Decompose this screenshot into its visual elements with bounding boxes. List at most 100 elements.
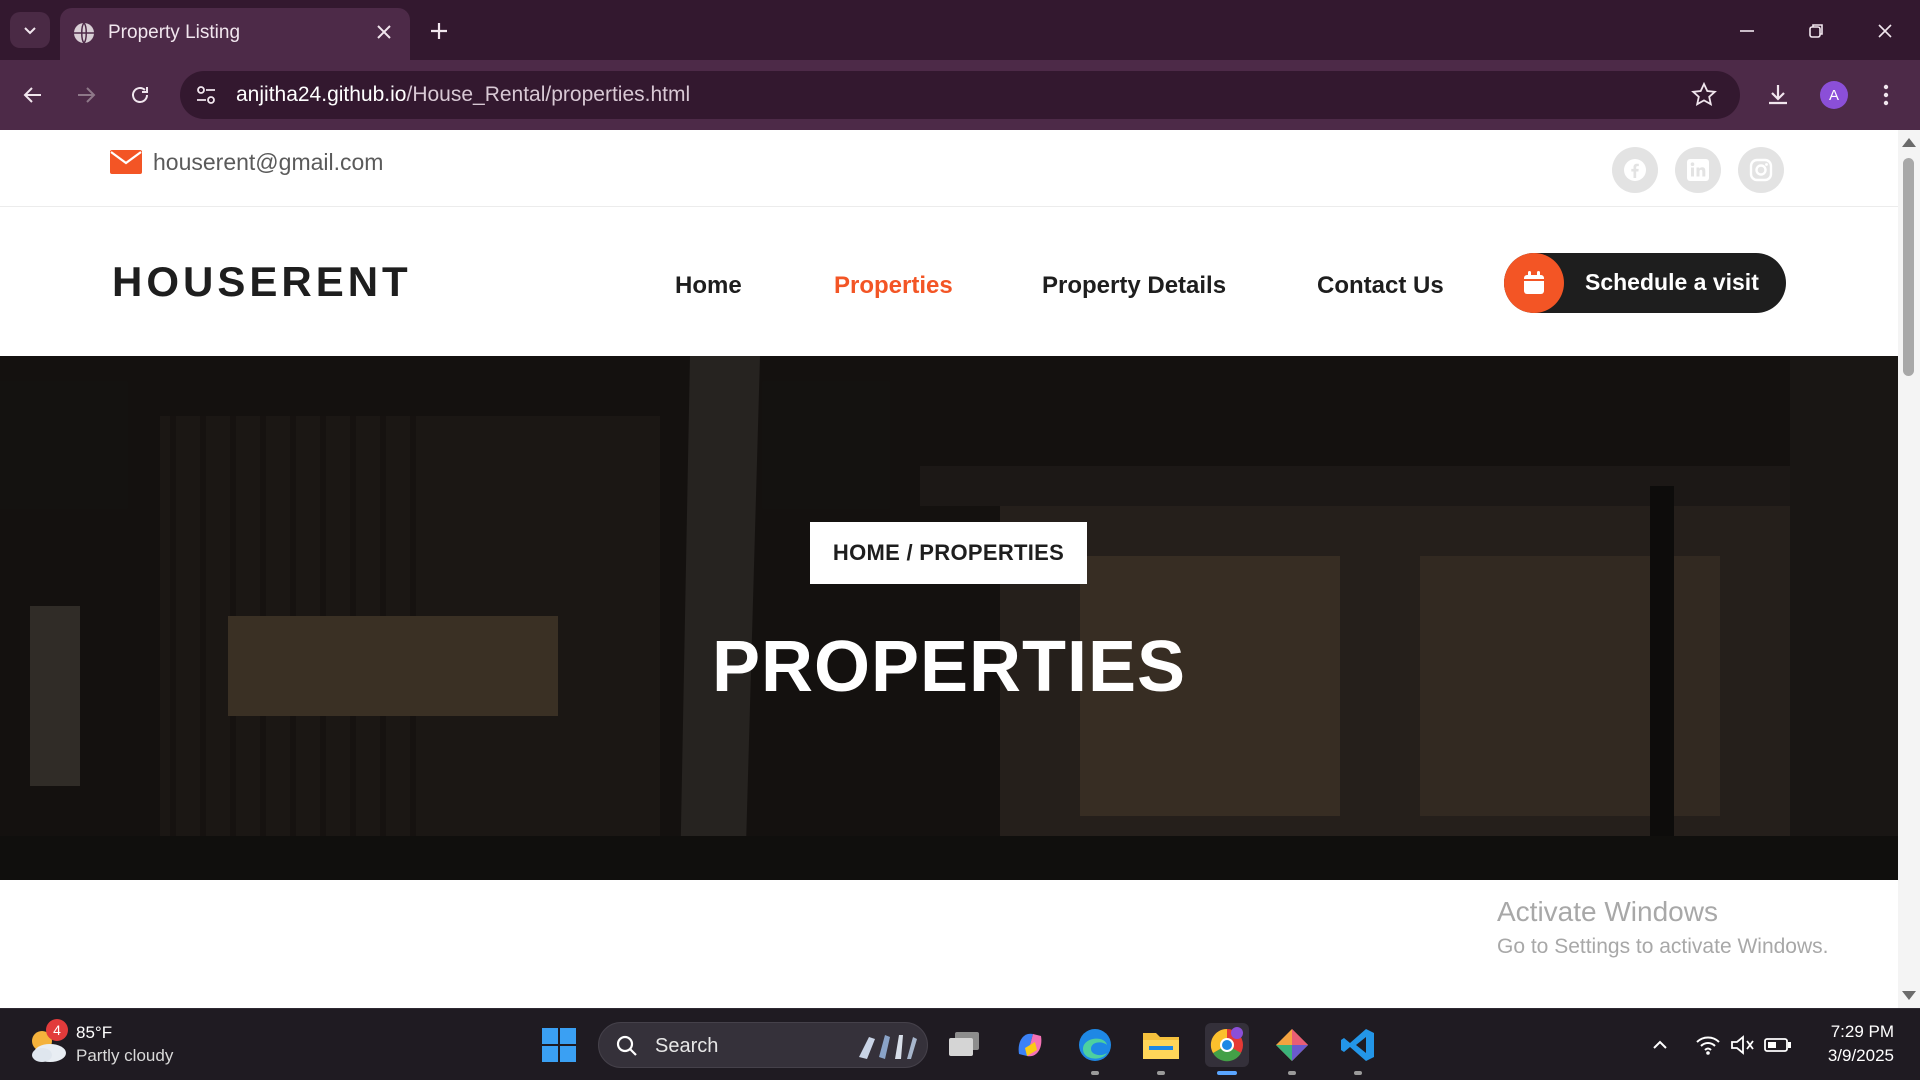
tab-title: Property Listing (108, 22, 241, 43)
browser-tab-bar: Property Listing (0, 0, 1920, 60)
git-tool-app[interactable] (1270, 1023, 1314, 1075)
activate-windows-title: Activate Windows (1497, 896, 1718, 927)
chrome-active-indicator (1217, 1071, 1237, 1075)
instagram-link[interactable] (1738, 147, 1784, 193)
restore-button[interactable] (1799, 14, 1833, 48)
explorer-running-indicator (1157, 1071, 1165, 1075)
calendar-icon-wrap (1504, 253, 1564, 313)
contact-top-bar: houserent@gmail.com (0, 130, 1898, 207)
scroll-thumb[interactable] (1903, 158, 1914, 376)
show-hidden-icons-button[interactable] (1646, 1031, 1674, 1059)
envelope-icon (110, 150, 142, 174)
page-scrollbar[interactable] (1898, 130, 1920, 1008)
nav-contact-us[interactable]: Contact Us (1317, 272, 1444, 300)
facebook-link[interactable] (1612, 147, 1658, 193)
url-path: /House_Rental/properties.html (406, 83, 691, 106)
close-window-button[interactable] (1868, 14, 1902, 48)
minimize-icon (1740, 30, 1754, 32)
new-tab-icon[interactable] (424, 16, 454, 46)
reload-icon (132, 87, 148, 103)
nav-properties[interactable]: Properties (834, 272, 953, 300)
linkedin-icon (1687, 159, 1709, 181)
clock-date[interactable]: 3/9/2025 (1828, 1046, 1894, 1066)
scroll-down-arrow[interactable] (1902, 991, 1916, 1000)
nav-home[interactable]: Home (675, 272, 742, 300)
copilot-app[interactable] (1008, 1023, 1052, 1067)
taskbar-search[interactable]: Search (598, 1022, 928, 1068)
bookmark-star-icon[interactable] (1690, 81, 1718, 109)
weather-condition[interactable]: Partly cloudy (76, 1046, 173, 1066)
search-label: Search (655, 1035, 719, 1057)
volume-status[interactable] (1729, 1031, 1757, 1059)
task-view-app[interactable] (942, 1023, 986, 1067)
calendar-icon (1524, 271, 1544, 294)
arrow-left-icon (23, 87, 41, 103)
page-heading-banner: HOME / PROPERTIES PROPERTIES (0, 356, 1898, 880)
kebab-menu-icon (1883, 84, 1889, 106)
reload-button[interactable] (122, 77, 158, 113)
download-icon (1769, 85, 1787, 105)
clock-time[interactable]: 7:29 PM (1831, 1022, 1894, 1042)
chrome-app[interactable] (1205, 1023, 1249, 1075)
search-icon (616, 1035, 637, 1056)
browser-menu-button[interactable] (1868, 77, 1904, 113)
site-logo[interactable]: HOUSERENT (112, 258, 412, 306)
vscode-app[interactable] (1336, 1023, 1380, 1075)
file-explorer-app[interactable] (1139, 1023, 1183, 1075)
site-settings-icon[interactable] (192, 81, 220, 109)
windows-start-icon[interactable] (541, 1027, 577, 1063)
scroll-up-arrow[interactable] (1902, 138, 1916, 147)
close-tab-icon[interactable] (372, 20, 396, 44)
windows-taskbar: 4 85°F Partly cloudy Search 7:29 PM 3/9/… (0, 1008, 1920, 1080)
wifi-status[interactable] (1694, 1031, 1722, 1059)
profile-avatar[interactable]: A (1820, 81, 1848, 109)
battery-status[interactable] (1764, 1031, 1792, 1059)
task-view-icon (949, 1032, 979, 1056)
close-icon (1878, 24, 1892, 38)
arrow-right-icon (78, 87, 96, 103)
restore-icon (1809, 24, 1823, 38)
contact-email[interactable]: houserent@gmail.com (153, 149, 383, 176)
page-title: PROPERTIES (711, 627, 1187, 707)
chevron-down-icon (24, 27, 36, 35)
chevron-up-icon (1653, 1040, 1667, 1049)
url-text[interactable]: anjitha24.github.io/House_Rental/propert… (236, 83, 690, 107)
copilot-icon (1018, 1033, 1042, 1057)
folder-icon (1143, 1033, 1179, 1059)
breadcrumb[interactable]: HOME / PROPERTIES (810, 522, 1087, 584)
vscode-running-indicator (1354, 1071, 1362, 1075)
chrome-icon (1210, 1027, 1243, 1062)
nav-property-details[interactable]: Property Details (1042, 272, 1226, 300)
battery-icon (1764, 1038, 1791, 1052)
schedule-visit-label: Schedule a visit (1585, 269, 1759, 295)
edge-running-indicator (1091, 1071, 1099, 1075)
wifi-icon (1696, 1036, 1720, 1055)
volume-muted-icon (1731, 1035, 1754, 1055)
weather-notification-badge: 4 (46, 1019, 68, 1041)
search-highlight-icon (859, 1035, 917, 1059)
linkedin-link[interactable] (1675, 147, 1721, 193)
edge-app[interactable] (1073, 1023, 1117, 1075)
facebook-icon (1624, 159, 1646, 181)
browser-toolbar: anjitha24.github.io/House_Rental/propert… (0, 60, 1920, 130)
vscode-icon (1341, 1029, 1374, 1061)
page-viewport: houserent@gmail.com HOUSERENT Home Prope… (0, 130, 1898, 1008)
edge-icon (1079, 1029, 1111, 1061)
instagram-icon (1749, 158, 1773, 182)
git-diamond-icon (1276, 1029, 1308, 1061)
main-navbar: HOUSERENT Home Properties Property Detai… (0, 208, 1898, 356)
tab-list-button[interactable] (10, 12, 50, 48)
downloads-button[interactable] (1760, 77, 1796, 113)
weather-temperature[interactable]: 85°F (76, 1023, 112, 1043)
browser-tab-active[interactable]: Property Listing (60, 8, 410, 60)
schedule-visit-button[interactable]: Schedule a visit (1504, 253, 1786, 313)
git-running-indicator (1288, 1071, 1296, 1075)
globe-icon (74, 22, 94, 44)
url-host: anjitha24.github.io (236, 83, 407, 106)
back-button[interactable] (15, 77, 51, 113)
address-bar[interactable]: anjitha24.github.io/House_Rental/propert… (180, 71, 1740, 119)
forward-button[interactable] (68, 77, 104, 113)
banner-overlay (0, 356, 1898, 880)
activate-windows-subtitle: Go to Settings to activate Windows. (1497, 935, 1829, 958)
minimize-button[interactable] (1730, 14, 1764, 48)
